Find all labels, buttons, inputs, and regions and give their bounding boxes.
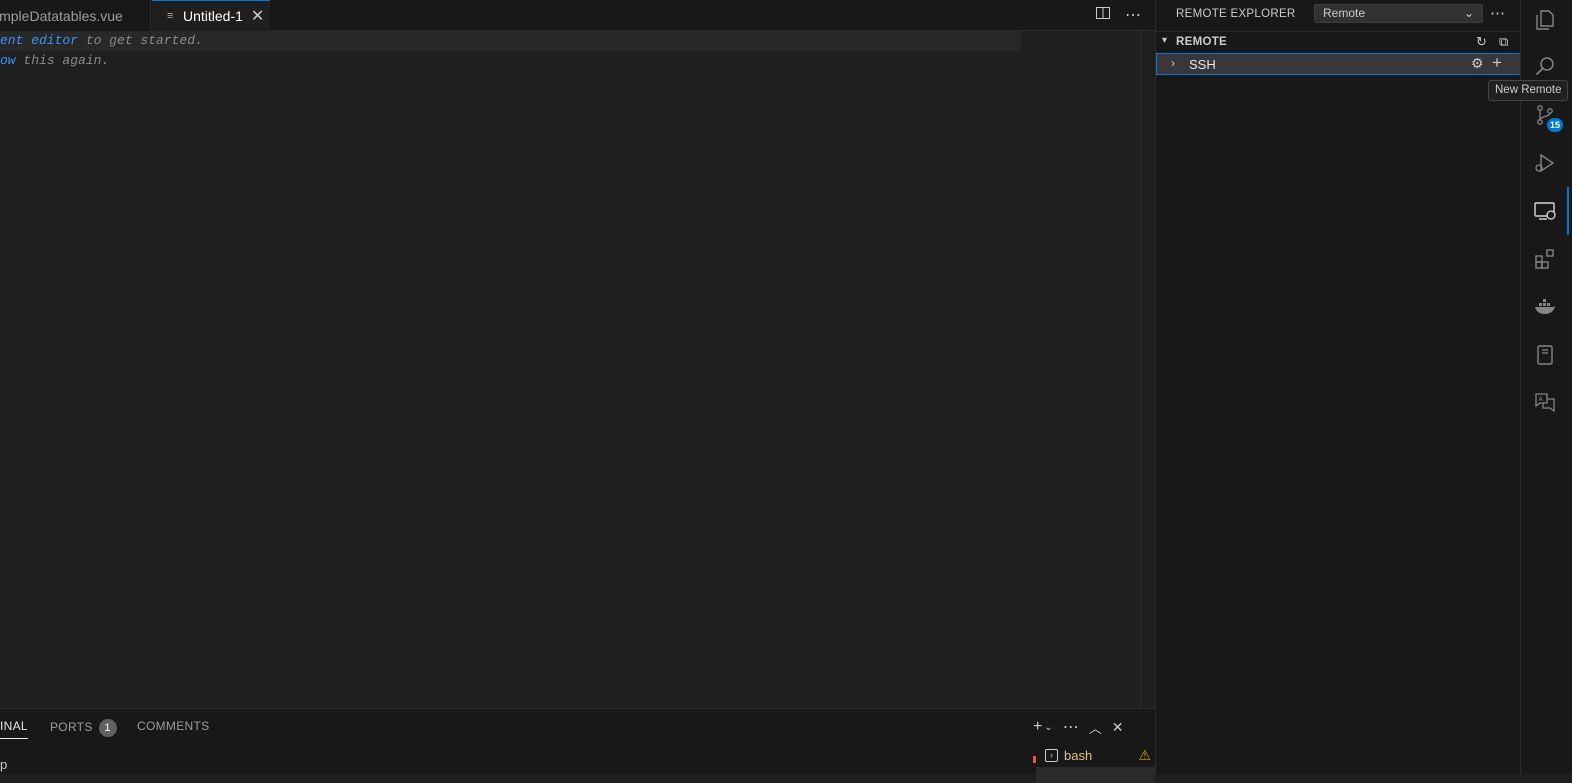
tooltip: New Remote [1488, 80, 1569, 101]
more-actions-icon[interactable]: ⋯ [1125, 7, 1141, 25]
remote-explorer-sidebar: REMOTE EXPLORER Remote ⌄ ⋯ ▾ REMOTE ↻ ⧉ … [1155, 0, 1521, 774]
collapse-all-icon[interactable]: ⧉ [1499, 34, 1508, 50]
extensions-icon[interactable] [1521, 235, 1569, 283]
tab-label: impleDatatables.vue [0, 7, 123, 24]
remote-explorer-icon[interactable] [1521, 187, 1569, 235]
new-terminal-icon[interactable]: + [1033, 718, 1042, 736]
tab-ports[interactable]: PORTS 1 [50, 719, 117, 737]
chevron-down-icon[interactable]: ⌄ [1044, 722, 1052, 733]
notebook-icon[interactable] [1521, 331, 1569, 379]
tab-comments[interactable]: COMMENTS [137, 719, 209, 733]
editor-line-2: ow this again. [0, 53, 110, 68]
terminal-instance-bash[interactable]: › bash ⚠ [1045, 745, 1155, 765]
terminal-error-marker [1033, 756, 1036, 763]
close-icon[interactable]: ✕ [1112, 719, 1124, 736]
text-file-icon: ≡ [167, 10, 174, 22]
section-remote-header[interactable]: ▾ REMOTE ↻ ⧉ [1156, 31, 1521, 53]
tab-label: Untitled-1 [183, 8, 243, 24]
tree-item-ssh[interactable]: › SSH ⚙ + [1156, 53, 1521, 75]
chevron-down-icon: ⌄ [1463, 6, 1474, 20]
source-control-badge: 15 [1547, 118, 1563, 132]
bottom-panel: INAL PORTS 1 COMMENTS + ⌄ ⋯ ︿ ✕ › bash ⚠ … [0, 708, 1155, 783]
activity-bar: 15 A [1520, 0, 1572, 774]
translate-icon[interactable]: A [1521, 379, 1569, 427]
more-actions-icon[interactable]: ⋯ [1063, 717, 1079, 737]
chevron-down-icon: ▾ [1162, 35, 1168, 46]
maximize-panel-icon[interactable]: ︿ [1089, 718, 1102, 737]
editor-tab-bar: impleDatatables.vue ≡ Untitled-1 ✕ ⋯ [0, 0, 1155, 31]
more-actions-icon[interactable]: ⋯ [1490, 4, 1505, 22]
ports-count-badge: 1 [98, 719, 117, 737]
tab-terminal[interactable]: INAL [0, 719, 28, 739]
terminal-instance-2[interactable] [1036, 767, 1155, 783]
remote-type-select[interactable]: Remote ⌄ [1314, 4, 1483, 23]
warning-icon: ⚠ [1138, 746, 1151, 763]
add-remote-icon[interactable]: + [1492, 53, 1502, 73]
split-editor-icon[interactable] [1095, 5, 1111, 26]
docker-icon[interactable] [1521, 283, 1569, 331]
svg-text:A: A [1539, 396, 1544, 403]
sidebar-title: REMOTE EXPLORER [1176, 8, 1296, 20]
editor-link[interactable]: ow [0, 53, 16, 68]
refresh-icon[interactable]: ↻ [1476, 34, 1487, 50]
terminal-icon: › [1045, 748, 1058, 762]
tab-untitled-1[interactable]: ≡ Untitled-1 ✕ [152, 0, 270, 31]
editor-link[interactable]: ent editor [0, 33, 78, 48]
terminal-output: p [0, 757, 8, 772]
explorer-icon[interactable] [1521, 0, 1569, 44]
editor-area[interactable]: ent editor to get started. ow this again… [0, 31, 1141, 708]
tab-simple-datatables[interactable]: impleDatatables.vue [0, 0, 151, 31]
editor-line-1: ent editor to get started. [0, 33, 203, 48]
close-icon[interactable]: ✕ [251, 6, 264, 26]
editor-scrollbar[interactable] [1141, 31, 1155, 708]
run-debug-icon[interactable] [1521, 139, 1569, 187]
gear-icon[interactable]: ⚙ [1471, 55, 1484, 72]
chevron-right-icon: › [1171, 56, 1175, 70]
